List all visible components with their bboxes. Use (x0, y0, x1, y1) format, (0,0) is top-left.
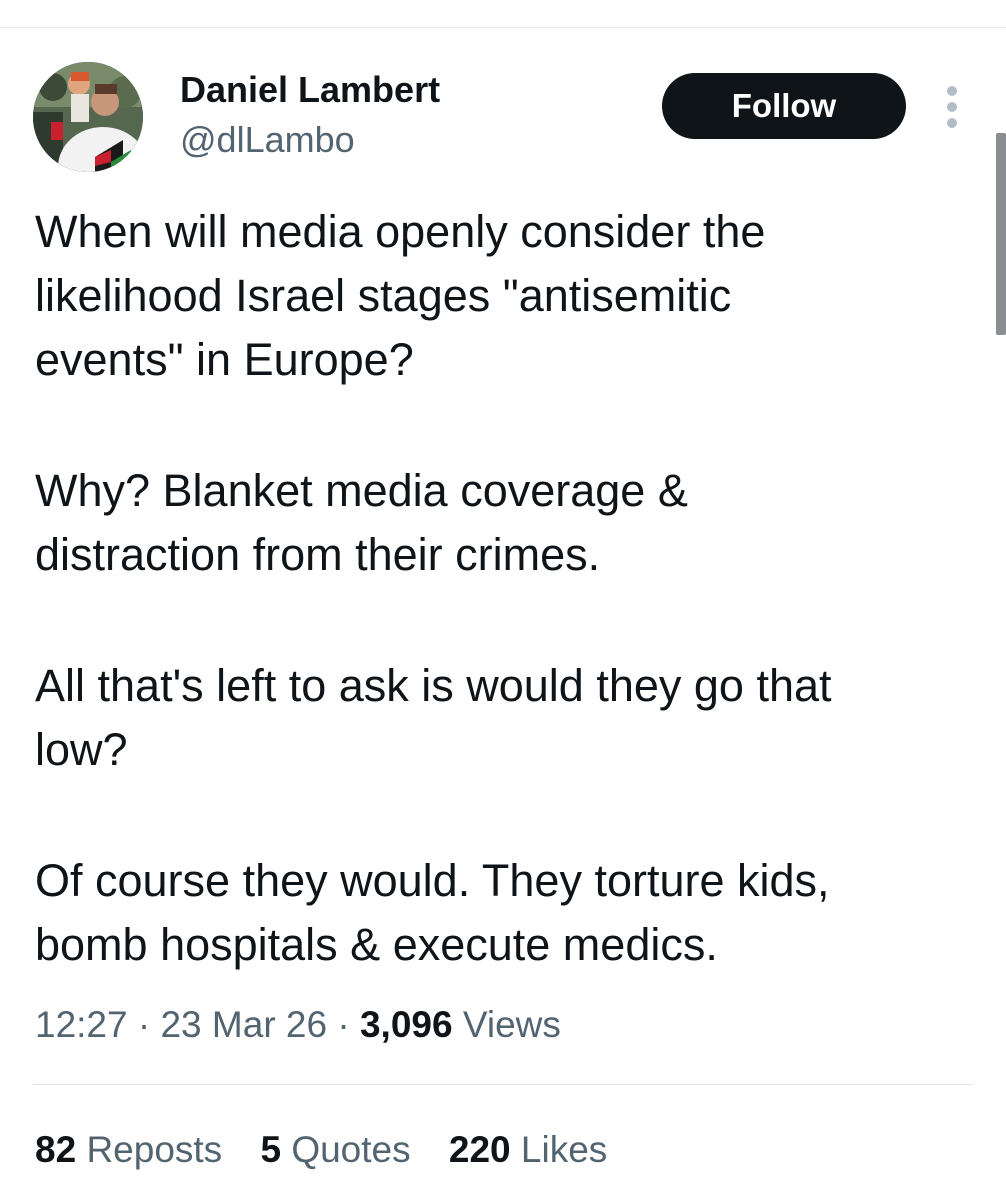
more-dot (947, 102, 957, 112)
more-dot (947, 118, 957, 128)
follow-button[interactable]: Follow (662, 73, 906, 139)
tweet-paragraph: Why? Blanket media coverage & distractio… (35, 465, 688, 580)
author-name[interactable]: Daniel Lambert (180, 68, 440, 112)
tweet-paragraph: Of course they would. They torture kids,… (35, 855, 830, 970)
reposts-stat[interactable]: 82 Reposts (35, 1125, 222, 1175)
meta-separator: · (337, 1004, 350, 1045)
views-count[interactable]: 3,096 (360, 1004, 453, 1045)
more-vertical-icon[interactable] (938, 86, 968, 128)
author-handle[interactable]: @dlLambo (180, 118, 355, 162)
more-dot (947, 86, 957, 96)
views-label[interactable]: Views (463, 1004, 561, 1045)
avatar-image (33, 62, 143, 172)
quotes-count: 5 (260, 1129, 282, 1170)
tweet-paragraph: When will media openly consider the like… (35, 206, 766, 385)
reposts-count: 82 (35, 1129, 77, 1170)
likes-count: 220 (448, 1129, 511, 1170)
likes-label: Likes (520, 1129, 608, 1170)
stats-divider (33, 1084, 973, 1085)
top-divider (0, 27, 1006, 28)
tweet-meta: 12:27 · 23 Mar 26 · 3,096 Views (35, 1000, 561, 1050)
meta-separator: · (137, 1004, 151, 1045)
tweet-header: Daniel Lambert @dlLambo Follow (33, 62, 973, 174)
scrollbar[interactable] (996, 133, 1006, 335)
engagement-stats: 82 Reposts 5 Quotes 220 Likes (35, 1125, 635, 1175)
likes-stat[interactable]: 220 Likes (449, 1125, 607, 1175)
quotes-stat[interactable]: 5 Quotes (260, 1125, 410, 1175)
tweet-text: When will media openly consider the like… (35, 200, 975, 977)
tweet-paragraph: All that's left to ask is would they go … (35, 660, 832, 775)
quotes-label: Quotes (291, 1129, 411, 1170)
tweet-time[interactable]: 12:27 (35, 1004, 128, 1045)
reposts-label: Reposts (86, 1129, 223, 1170)
tweet-date[interactable]: 23 Mar 26 (160, 1004, 327, 1045)
avatar[interactable] (33, 62, 143, 172)
